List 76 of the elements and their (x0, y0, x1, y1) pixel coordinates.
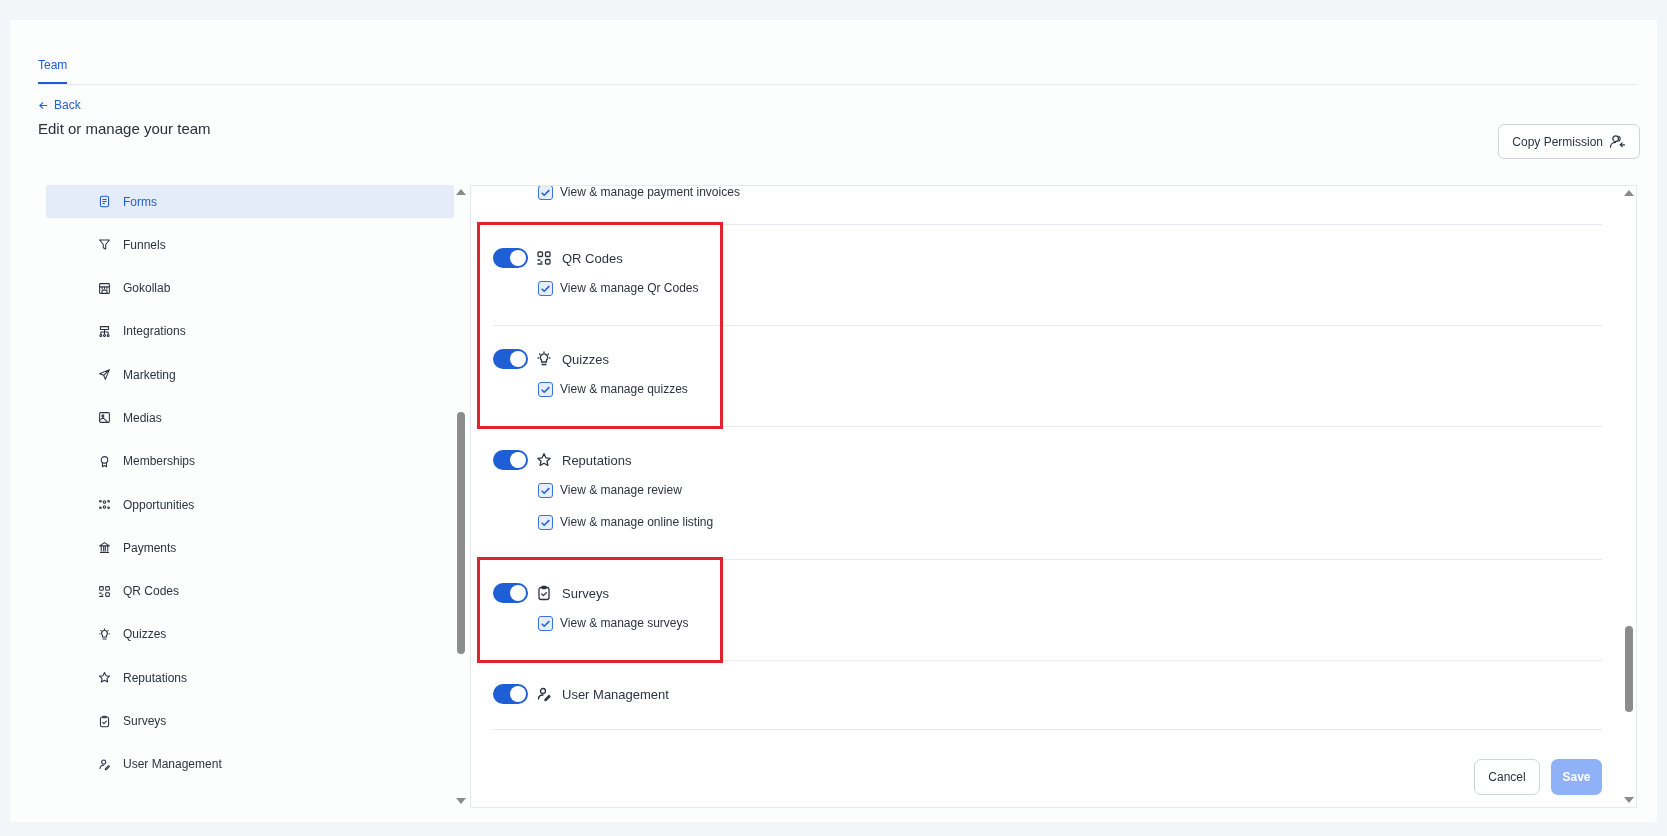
sidebar-item[interactable]: Opportunities (46, 488, 454, 522)
ribbon-icon (98, 454, 111, 468)
sidebar-item-label: User Management (123, 757, 222, 772)
sidebar-item-label: Surveys (123, 714, 167, 729)
sidebar-item-label: Opportunities (123, 497, 195, 512)
sidebar-item-label: Funnels (123, 237, 166, 252)
document-icon (98, 195, 111, 208)
permission-label: View & manage quizzes (560, 382, 688, 396)
sidebar-item[interactable]: Gokollab (46, 271, 454, 305)
team-tab[interactable]: Team (38, 58, 68, 84)
user-edit-icon (98, 757, 111, 771)
checkbox[interactable] (538, 280, 553, 296)
permission-label: View & manage review (560, 483, 682, 497)
bank-icon (98, 541, 111, 555)
star-icon (98, 671, 111, 685)
arrow-left-icon (38, 99, 49, 111)
sidebar-item[interactable]: Payments (46, 531, 454, 565)
sidebar-item[interactable]: User Management (46, 747, 454, 781)
sidebar-item-label: Medias (123, 411, 162, 425)
sidebar-item-label: Memberships (123, 454, 196, 469)
qr-code-icon (98, 584, 111, 598)
sidebar-item[interactable]: QR Codes (46, 574, 454, 608)
toggle-switch[interactable] (493, 450, 528, 470)
section-title: Reputations (562, 452, 632, 468)
toggle-switch[interactable] (493, 684, 528, 704)
paper-plane-icon (98, 368, 111, 382)
lightbulb-icon (536, 351, 552, 367)
toggle-switch[interactable] (493, 583, 528, 603)
clipboard-check-icon (98, 714, 111, 728)
clipboard-check-icon (536, 585, 552, 601)
sidebar-item-label: Gokollab (123, 281, 171, 296)
sidebar-item[interactable]: Medias (46, 401, 454, 435)
cancel-button[interactable]: Cancel (1474, 759, 1540, 795)
back-link[interactable]: Back (38, 98, 81, 112)
dots-icon (98, 498, 111, 512)
checkbox[interactable] (538, 615, 553, 631)
hierarchy-icon (98, 324, 111, 338)
sidebar-item-label: Quizzes (123, 627, 167, 642)
permission-label: View & manage payment invoices (560, 186, 740, 199)
section-title: QR Codes (562, 250, 623, 266)
sidebar-item-label: Reputations (123, 670, 188, 685)
sidebar-item[interactable]: Forms (46, 185, 454, 218)
sidebar-item-label: Integrations (123, 324, 186, 339)
checkbox[interactable] (538, 482, 553, 498)
section-title: Quizzes (562, 351, 609, 367)
toggle-switch[interactable] (493, 349, 528, 369)
sidebar-item[interactable]: Reputations (46, 661, 454, 695)
page-title: Edit or manage your team (38, 120, 211, 137)
sidebar-item[interactable]: Quizzes (46, 617, 454, 651)
sidebar-item[interactable]: Marketing (46, 358, 454, 392)
checkbox[interactable] (538, 381, 553, 397)
permission-label: View & manage Qr Codes (560, 281, 699, 295)
sidebar-item-label: Marketing (123, 367, 176, 382)
sidebar-item[interactable]: Memberships (46, 444, 454, 478)
checkbox[interactable] (538, 186, 553, 200)
sidebar-item-label: Payments (123, 540, 177, 555)
permission-label: View & manage surveys (560, 616, 689, 630)
lightbulb-icon (98, 627, 111, 641)
user-arrow-icon (1609, 134, 1626, 149)
sidebar-item-label: QR Codes (123, 584, 180, 599)
user-edit-icon (536, 686, 552, 702)
sidebar-item[interactable]: Funnels (46, 228, 454, 262)
checkbox[interactable] (538, 514, 553, 530)
qr-code-icon (536, 250, 552, 266)
funnel-icon (98, 238, 111, 252)
sidebar-item[interactable]: Integrations (46, 314, 454, 348)
sidebar-item[interactable]: Surveys (46, 704, 454, 738)
section-title: User Management (562, 686, 669, 702)
section-title: Surveys (562, 585, 609, 601)
copy-permission-button[interactable]: Copy Permission (1498, 124, 1640, 159)
image-icon (98, 411, 111, 425)
toggle-switch[interactable] (493, 248, 528, 268)
sidebar-item-label: Forms (123, 194, 157, 209)
storefront-icon (98, 281, 111, 295)
permission-label: View & manage online listing (560, 515, 714, 529)
star-icon (536, 452, 552, 468)
